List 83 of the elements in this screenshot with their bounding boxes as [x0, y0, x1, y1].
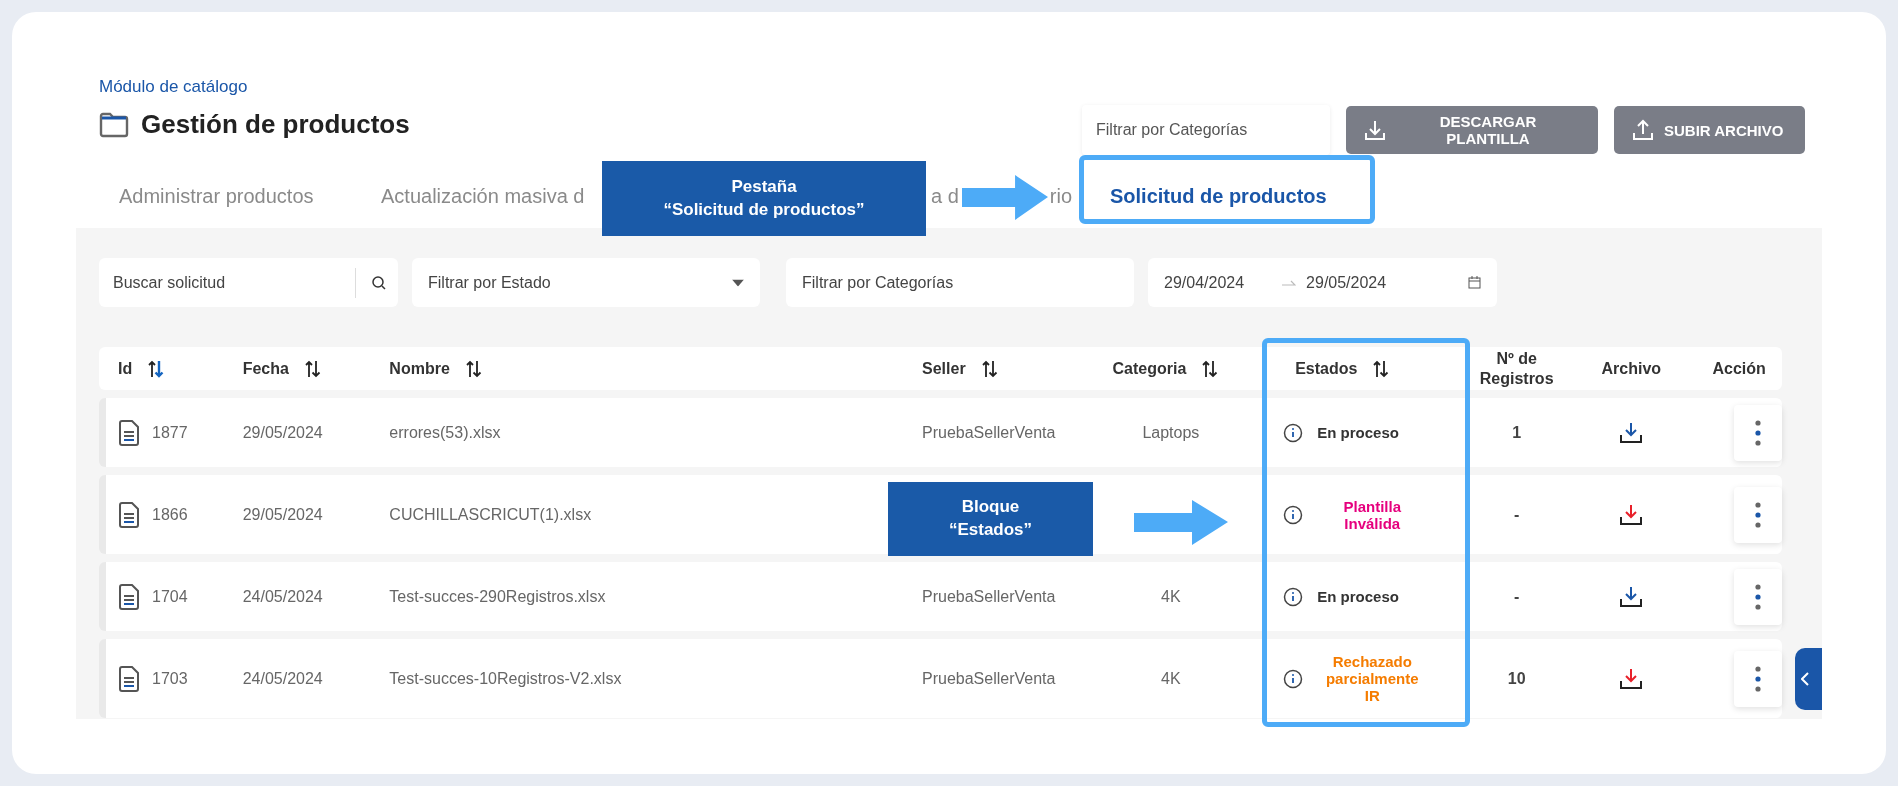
sort-icon[interactable] — [981, 358, 998, 379]
document-icon — [118, 583, 140, 610]
kebab-icon — [1755, 419, 1761, 446]
upload-button[interactable]: SUBIR ARCHIVO — [1614, 106, 1805, 154]
start-date: 29/04/2024 — [1164, 273, 1245, 292]
table-cell: 4K — [1161, 587, 1181, 606]
info-icon[interactable] — [1283, 504, 1304, 525]
category-filter-field[interactable]: Filtrar por Categorías — [786, 258, 1134, 307]
table-row[interactable]: 1703 24/05/2024 Test-succes-10Registros-V2.xlsx PruebaSellerVenta 4K Rechazado parcialmente IR 10 — [99, 639, 1782, 718]
kebab-icon — [1755, 665, 1761, 692]
document-icon — [118, 501, 140, 528]
column-header: Id — [118, 359, 133, 378]
table-cell: 1866 — [152, 505, 188, 524]
table-cell: Test-succes-10Registros-V2.xlsx — [389, 669, 622, 688]
table-cell: errores(53).xlsx — [389, 423, 501, 442]
table-cell: - — [1514, 505, 1520, 524]
sort-icon[interactable] — [1373, 358, 1390, 379]
end-date: 29/05/2024 — [1306, 273, 1387, 292]
download-icon[interactable] — [1619, 666, 1644, 691]
page-title: Gestión de productos — [141, 109, 410, 140]
search-field[interactable]: Buscar solicitud — [99, 258, 398, 307]
search-icon[interactable] — [371, 274, 387, 291]
document-icon — [118, 419, 140, 446]
table-cell: 1704 — [152, 587, 188, 606]
status-dropdown[interactable]: Filtrar por Estado — [412, 258, 760, 307]
table-cell: 4K — [1161, 669, 1181, 688]
status-label: Plantilla Inválida — [1342, 497, 1402, 532]
column-header: Fecha — [242, 359, 289, 378]
download-icon[interactable] — [1619, 420, 1644, 445]
info-icon[interactable] — [1283, 668, 1304, 689]
annotation-callout: Pestaña “Solicitud de productos” — [602, 161, 926, 236]
tab[interactable]: Solicitud de productos — [1110, 184, 1327, 208]
kebab-icon — [1755, 583, 1761, 610]
table-cell: Test-succes-290Registros.xlsx — [389, 587, 606, 606]
column-header: Nº de Registros — [1478, 349, 1555, 388]
sort-icon[interactable] — [304, 358, 321, 379]
info-icon[interactable] — [1283, 586, 1304, 607]
column-header: Acción — [1712, 359, 1766, 378]
date-range-field[interactable]: 29/04/2024 29/05/2024 — [1148, 258, 1497, 307]
table-cell: 1 — [1512, 423, 1522, 442]
chevron-icon — [1801, 672, 1809, 686]
table-cell: PruebaSellerVenta — [922, 587, 1056, 606]
kebab-icon — [1755, 501, 1761, 528]
status-label: Rechazado parcialmente IR — [1324, 653, 1420, 704]
table-cell: PruebaSellerVenta — [922, 423, 1056, 442]
sort-icon[interactable] — [1202, 358, 1219, 379]
download-button[interactable]: DESCARGAR PLANTILLA — [1346, 106, 1598, 154]
table-cell: CUCHILLASCRICUT(1).xlsx — [389, 505, 592, 524]
sort-icon[interactable] — [148, 358, 165, 379]
column-header: Seller — [922, 359, 966, 378]
table-row[interactable]: 1877 29/05/2024 errores(53).xlsx PruebaSellerVenta Laptops En proceso 1 — [99, 398, 1782, 467]
table-cell: 24/05/2024 — [242, 587, 323, 606]
table-cell: - — [1514, 587, 1520, 606]
sort-icon[interactable] — [465, 358, 482, 379]
table-cell: 29/05/2024 — [242, 423, 323, 442]
download-icon — [1364, 119, 1386, 141]
upload-icon — [1632, 119, 1654, 141]
folder-icon — [99, 111, 129, 138]
download-icon[interactable] — [1619, 584, 1644, 609]
annotation-callout: Bloque “Estados” — [888, 482, 1093, 556]
column-header: Categoria — [1112, 359, 1187, 378]
status-label: En proceso — [1317, 424, 1400, 441]
tab-label-fragment[interactable]: rio — [1049, 184, 1073, 208]
calendar-icon[interactable] — [1468, 276, 1481, 289]
category-filter-field[interactable]: Filtrar por Categorías — [1082, 105, 1330, 155]
caret-icon — [732, 279, 744, 286]
table-cell: 29/05/2024 — [242, 505, 323, 524]
table-cell: 1877 — [152, 423, 188, 442]
table-cell: 24/05/2024 — [242, 669, 323, 688]
table-row[interactable]: 1704 24/05/2024 Test-succes-290Registros.xlsx PruebaSellerVenta 4K En proceso - — [99, 562, 1782, 631]
table-cell: PruebaSellerVenta — [922, 669, 1056, 688]
column-header: Estados — [1295, 359, 1358, 378]
info-icon[interactable] — [1283, 422, 1304, 443]
breadcrumb-link[interactable]: Módulo de catálogo — [99, 77, 248, 97]
status-label: En proceso — [1317, 588, 1400, 605]
tab[interactable]: Administrar productos — [119, 184, 314, 208]
table-cell: 10 — [1507, 669, 1526, 688]
table-cell: 1703 — [152, 669, 188, 688]
column-header: Nombre — [389, 359, 450, 378]
table-cell: Laptops — [1142, 423, 1200, 442]
document-icon — [118, 665, 140, 692]
download-icon[interactable] — [1619, 502, 1644, 527]
column-header: Archivo — [1601, 359, 1662, 378]
